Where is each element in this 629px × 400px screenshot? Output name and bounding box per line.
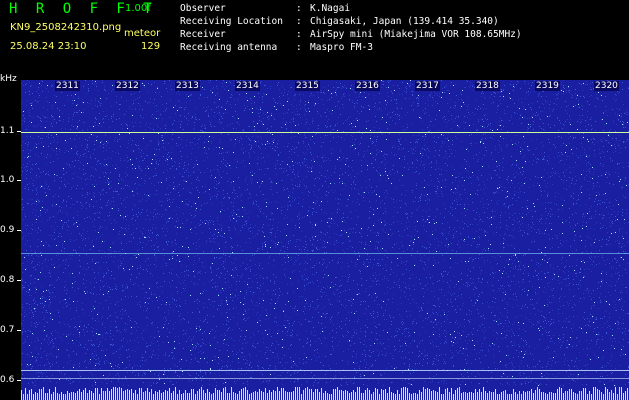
info-key: Receiving antenna xyxy=(180,42,278,53)
x-tick-label: 2316 xyxy=(355,81,380,91)
x-tick-label: 2312 xyxy=(115,81,140,91)
info-row-receiver: Receiver: AirSpy mini (Miakejima VOR 108.… xyxy=(180,28,522,41)
y-tick-label: 1.0 xyxy=(0,175,15,185)
x-tick-label: 2317 xyxy=(415,81,440,91)
x-tick-label: 2314 xyxy=(235,81,260,91)
info-key: Receiving Location xyxy=(180,16,283,27)
y-tick-label: 0.6 xyxy=(0,375,15,385)
x-tick-label: 2313 xyxy=(175,81,200,91)
info-sep: : xyxy=(296,3,302,14)
meteor-count: 129 xyxy=(141,41,161,52)
mode-label: meteor xyxy=(124,28,161,39)
info-row-antenna: Receiving antenna: Maspro FM-3 xyxy=(180,41,522,54)
info-value: AirSpy mini (Miakejima VOR 108.65MHz) xyxy=(310,29,522,40)
station-info: Observer: K.Nagai Receiving Location: Chig… xyxy=(180,2,522,54)
spectrogram-noise xyxy=(21,80,629,400)
info-value: Chigasaki, Japan (139.414 35.340) xyxy=(310,16,499,27)
x-tick-label: 2315 xyxy=(295,81,320,91)
x-tick-label: 2320 xyxy=(594,81,619,91)
y-tick-label: 0.7 xyxy=(0,325,15,335)
info-row-location: Receiving Location: Chigasaki, Japan (139… xyxy=(180,15,522,28)
version-label: 1.00f xyxy=(125,3,151,14)
y-axis-unit: kHz xyxy=(0,74,17,84)
x-tick-label: 2311 xyxy=(55,81,80,91)
y-tick-label: 0.8 xyxy=(0,275,15,285)
header-panel: H R O F F T 1.00f KN9_2508242310.png met… xyxy=(0,0,629,78)
info-sep: : xyxy=(296,42,302,53)
info-sep: : xyxy=(296,29,302,40)
info-row-observer: Observer: K.Nagai xyxy=(180,2,522,15)
info-value: K.Nagai xyxy=(310,3,351,14)
info-key: Observer xyxy=(180,3,226,14)
spectrogram-plot: 2311 2312 2313 2314 2315 2316 2317 2318 … xyxy=(21,80,629,400)
info-sep: : xyxy=(296,16,302,27)
x-tick-label: 2318 xyxy=(475,81,500,91)
timestamp: 25.08.24 23:10 xyxy=(10,41,87,52)
file-name: KN9_2508242310.png xyxy=(10,22,122,33)
x-tick-label: 2319 xyxy=(535,81,560,91)
info-key: Receiver xyxy=(180,29,226,40)
info-value: Maspro FM-3 xyxy=(310,42,373,53)
y-tick-label: 0.9 xyxy=(0,225,15,235)
y-tick-label: 1.1 xyxy=(0,126,15,136)
